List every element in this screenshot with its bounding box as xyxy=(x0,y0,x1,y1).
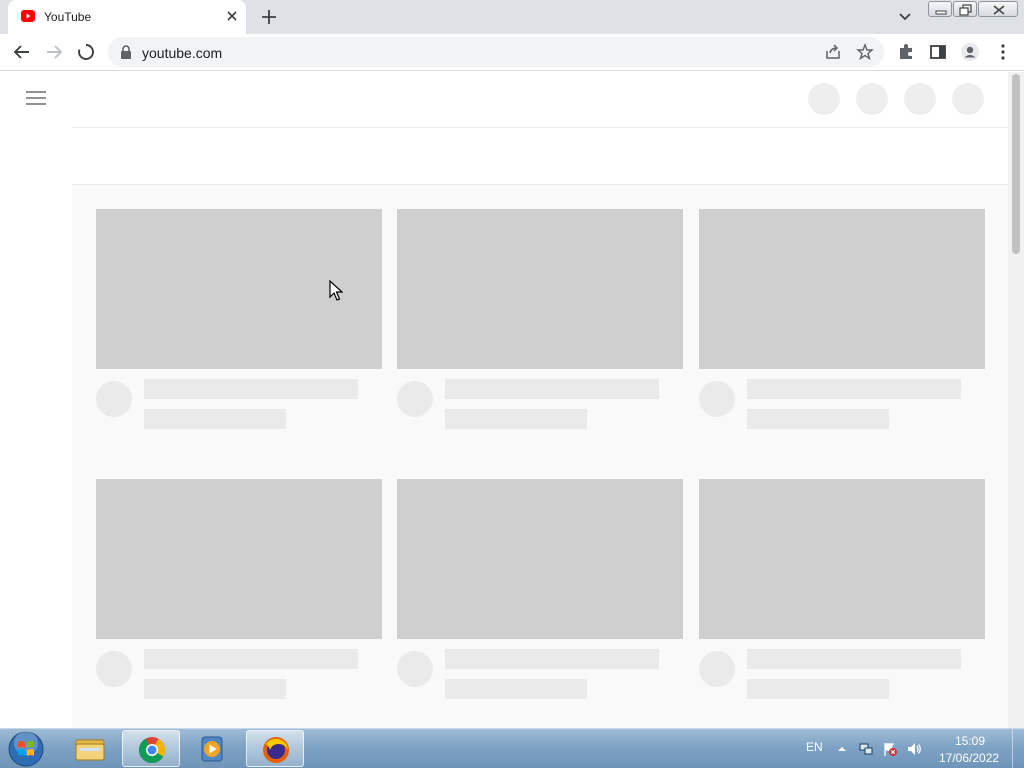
meta-placeholder xyxy=(747,409,889,429)
avatar-placeholder xyxy=(96,381,132,417)
avatar-placeholder xyxy=(397,381,433,417)
title-placeholder xyxy=(144,649,358,669)
video-grid xyxy=(72,185,1008,728)
page-scrollbar[interactable] xyxy=(1008,72,1024,728)
star-icon[interactable] xyxy=(856,43,874,61)
meta-placeholder xyxy=(445,679,587,699)
meta-placeholder xyxy=(747,679,889,699)
stop-loading-icon[interactable] xyxy=(75,41,97,63)
meta-placeholder xyxy=(144,679,286,699)
firefox-icon xyxy=(263,737,289,763)
chevron-down-icon[interactable] xyxy=(896,9,914,25)
avatar-placeholder xyxy=(96,651,132,687)
more-vert-icon[interactable] xyxy=(992,41,1014,63)
masthead-placeholder xyxy=(856,83,888,115)
restore-icon xyxy=(959,4,972,16)
title-placeholder xyxy=(144,379,358,399)
clock-date[interactable]: 17/06/2022 xyxy=(939,751,999,765)
mouse-cursor-icon xyxy=(329,280,343,301)
side-panel-icon[interactable] xyxy=(927,41,949,63)
avatar-placeholder xyxy=(699,381,735,417)
avatar-placeholder xyxy=(397,651,433,687)
url-text[interactable]: youtube.com xyxy=(142,45,222,61)
tab-title: YouTube xyxy=(44,10,92,24)
profile-icon[interactable] xyxy=(959,41,981,63)
taskbar-firefox[interactable] xyxy=(246,730,304,767)
window-close-button[interactable] xyxy=(978,1,1018,17)
back-arrow-icon[interactable] xyxy=(11,41,33,63)
masthead-placeholder xyxy=(952,83,984,115)
title-placeholder xyxy=(445,649,659,669)
masthead-placeholder xyxy=(904,83,936,115)
thumbnail-placeholder xyxy=(699,479,985,639)
youtube-favicon-icon xyxy=(21,10,35,22)
close-icon[interactable] xyxy=(224,8,240,24)
plus-icon[interactable] xyxy=(258,6,280,28)
clock-time[interactable]: 15:09 xyxy=(955,734,985,748)
close-icon xyxy=(993,5,1005,15)
tab-strip: YouTube xyxy=(0,0,1024,34)
puzzle-icon[interactable] xyxy=(895,41,917,63)
masthead-placeholder xyxy=(808,83,840,115)
scrollbar-thumb[interactable] xyxy=(1012,74,1020,254)
restore-button[interactable] xyxy=(953,1,977,17)
flag-icon[interactable] xyxy=(882,741,898,757)
minimize-icon xyxy=(935,10,947,15)
title-placeholder xyxy=(747,649,961,669)
browser-toolbar: youtube.com xyxy=(0,34,1024,71)
avatar-placeholder xyxy=(699,651,735,687)
chips-bar-placeholder xyxy=(72,127,1008,185)
meta-placeholder xyxy=(445,409,587,429)
title-placeholder xyxy=(747,379,961,399)
minimize-button[interactable] xyxy=(928,1,952,17)
chevron-up-icon[interactable] xyxy=(834,741,850,757)
file-explorer-icon xyxy=(75,739,105,761)
network-icon[interactable] xyxy=(858,741,874,757)
taskbar-file-explorer[interactable] xyxy=(61,730,119,767)
show-desktop-button[interactable] xyxy=(1012,729,1024,768)
thumbnail-placeholder xyxy=(397,479,683,639)
windows-taskbar: EN 15:09 17/06/2022 xyxy=(0,728,1024,768)
taskbar-media-player[interactable] xyxy=(183,730,241,767)
lock-icon[interactable] xyxy=(120,45,132,59)
tab-youtube[interactable]: YouTube xyxy=(8,0,246,34)
thumbnail-placeholder xyxy=(397,209,683,369)
media-player-icon xyxy=(201,736,223,762)
forward-arrow-icon[interactable] xyxy=(43,41,65,63)
title-placeholder xyxy=(445,379,659,399)
chrome-icon xyxy=(138,737,166,764)
hamburger-menu-icon[interactable] xyxy=(26,90,46,106)
youtube-page xyxy=(0,72,1024,728)
share-icon[interactable] xyxy=(824,43,842,61)
meta-placeholder xyxy=(144,409,286,429)
language-indicator[interactable]: EN xyxy=(806,740,823,754)
address-bar[interactable]: youtube.com xyxy=(108,37,884,67)
thumbnail-placeholder xyxy=(96,479,382,639)
windows-start-icon[interactable] xyxy=(6,730,46,768)
taskbar-chrome[interactable] xyxy=(122,730,180,767)
speaker-icon[interactable] xyxy=(906,741,922,757)
thumbnail-placeholder xyxy=(699,209,985,369)
